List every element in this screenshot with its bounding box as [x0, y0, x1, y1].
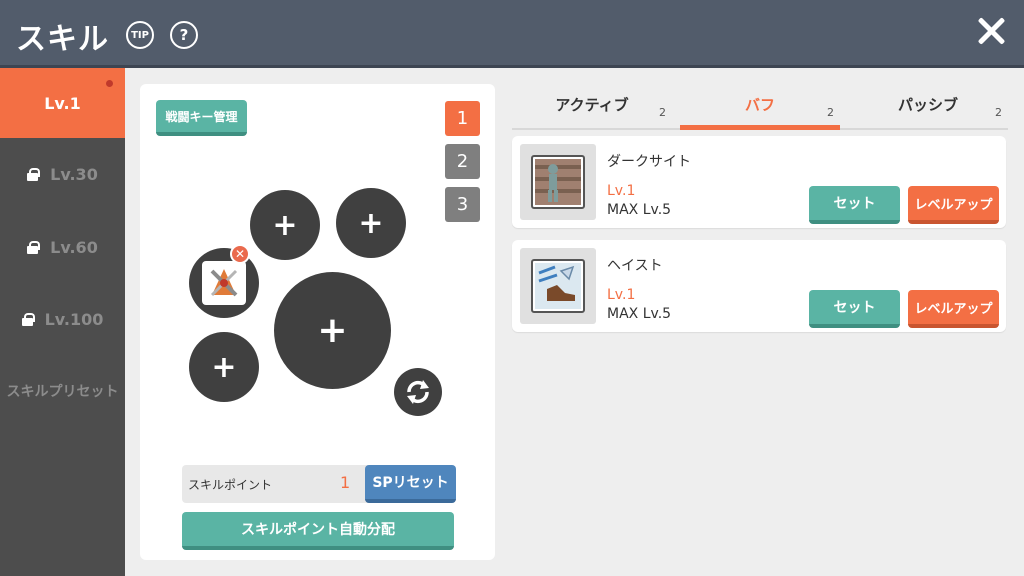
- auto-assign-button[interactable]: スキルポイント自動分配: [182, 512, 454, 550]
- rotate-icon[interactable]: [394, 368, 442, 416]
- plus-icon: +: [317, 310, 348, 351]
- tab-passive[interactable]: パッシブ 2: [848, 84, 1008, 130]
- help-button[interactable]: ?: [170, 21, 198, 49]
- header-bar: スキル TIP ?: [0, 0, 1024, 68]
- skill-icon-frame: [520, 144, 596, 220]
- skill-points-value: 1: [340, 473, 351, 492]
- sp-reset-button[interactable]: SPリセット: [365, 465, 456, 503]
- sidebar-item-label: Lv.1: [44, 93, 81, 113]
- tab-label: パッシブ: [897, 96, 958, 114]
- level-up-button[interactable]: レベルアップ: [908, 290, 999, 328]
- lock-icon: [21, 312, 35, 326]
- skill-icon-frame: [520, 248, 596, 324]
- sidebar-item-label: Lv.100: [44, 309, 104, 329]
- haste-icon: [531, 259, 585, 313]
- sidebar: Lv.1 Lv.30 Lv.60 Lv.100 スキルプリセット: [0, 68, 125, 576]
- tab-count: 2: [827, 106, 834, 119]
- skill-card: ヘイスト Lv.1 MAX Lv.5 セット レベルアップ: [512, 240, 1006, 332]
- tab-count: 2: [659, 106, 666, 119]
- skill-slot-main[interactable]: +: [274, 272, 391, 389]
- preset-tab-2[interactable]: 2: [445, 144, 480, 179]
- sidebar-item-label: スキルプリセット: [6, 384, 119, 400]
- page-title: スキル: [16, 22, 109, 57]
- level-up-button[interactable]: レベルアップ: [908, 186, 999, 224]
- preset-tab-3[interactable]: 3: [445, 187, 480, 222]
- skill-type-tabs: アクティブ 2 バフ 2 パッシブ 2: [512, 84, 1008, 130]
- plus-icon: +: [272, 207, 298, 243]
- set-button[interactable]: セット: [809, 186, 900, 224]
- tip-button[interactable]: TIP: [126, 21, 154, 49]
- sidebar-item-lv100[interactable]: Lv.100: [0, 285, 125, 353]
- tab-count: 2: [995, 106, 1002, 119]
- skill-card: ダークサイト Lv.1 MAX Lv.5 セット レベルアップ: [512, 136, 1006, 228]
- sidebar-item-lv30[interactable]: Lv.30: [0, 140, 125, 208]
- tab-active[interactable]: アクティブ 2: [512, 84, 672, 130]
- skill-level: Lv.1: [607, 183, 636, 199]
- skill-points-label: スキルポイント: [188, 478, 273, 492]
- lock-icon: [27, 240, 41, 254]
- skill-slot[interactable]: +: [189, 332, 259, 402]
- dark-sight-icon: [531, 155, 585, 209]
- attack-skill-icon: [202, 261, 246, 305]
- tab-label: アクティブ: [555, 96, 629, 114]
- sidebar-item-lv1[interactable]: Lv.1: [0, 68, 125, 138]
- skill-slot[interactable]: +: [250, 190, 320, 260]
- plus-icon: +: [358, 205, 384, 241]
- sidebar-item-label: Lv.60: [50, 237, 98, 257]
- skill-level: Lv.1: [607, 287, 636, 303]
- notification-dot: [106, 80, 113, 87]
- lock-icon: [27, 167, 41, 181]
- sidebar-item-lv60[interactable]: Lv.60: [0, 213, 125, 281]
- set-button[interactable]: セット: [809, 290, 900, 328]
- skill-slot[interactable]: +: [336, 188, 406, 258]
- preset-tab-1[interactable]: 1: [445, 101, 480, 136]
- tab-label: バフ: [744, 96, 775, 114]
- tab-buff[interactable]: バフ 2: [680, 84, 840, 130]
- close-icon[interactable]: [974, 14, 1008, 48]
- skill-max-level: MAX Lv.5: [607, 202, 672, 218]
- skill-name: ヘイスト: [607, 258, 663, 274]
- plus-icon: +: [211, 349, 237, 385]
- skill-max-level: MAX Lv.5: [607, 306, 672, 322]
- skill-points-row: スキルポイント 1 SPリセット: [182, 465, 456, 503]
- skill-preset-panel: 戦闘キー管理 1 2 3 + + ✕ + + スキルポイント 1 SPリセット …: [140, 84, 495, 560]
- remove-skill-icon[interactable]: ✕: [230, 244, 250, 264]
- skill-name: ダークサイト: [607, 154, 691, 170]
- sidebar-item-label: Lv.30: [50, 164, 98, 184]
- sidebar-item-skill-preset[interactable]: スキルプリセット: [0, 357, 125, 425]
- battle-key-button[interactable]: 戦闘キー管理: [156, 100, 247, 136]
